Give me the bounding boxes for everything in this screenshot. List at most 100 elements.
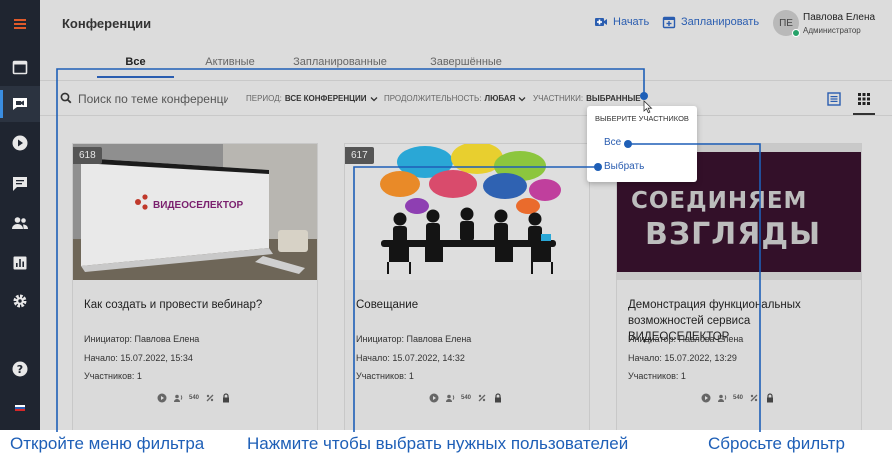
conference-participants: Участников: 1 (628, 371, 686, 381)
lock-icon (767, 393, 774, 403)
header: Конференции Начать Запланировать ПЕ Павл… (40, 0, 892, 48)
users-icon (12, 217, 28, 229)
gear-icon (13, 294, 27, 308)
participants-filter[interactable]: УЧАСТНИКИ: ВЫБРАННЫЕ (533, 94, 641, 103)
start-button[interactable]: Начать (594, 15, 649, 29)
sidebar-item-calendar[interactable] (0, 49, 40, 85)
brand-logo-text: ВИДЕОСЕЛЕКТОР (153, 200, 244, 211)
conference-participants: Участников: 1 (356, 371, 414, 381)
conference-features: 540 (157, 393, 231, 403)
play-circle-icon (12, 135, 28, 151)
meeting-silhouettes-image (345, 144, 589, 280)
tab-scheduled[interactable]: Запланированные (280, 56, 400, 68)
search-icon (60, 92, 72, 104)
tab-finished[interactable]: Завершённые (410, 56, 522, 68)
speaker-icon (174, 394, 183, 402)
svg-text:?: ? (17, 363, 23, 376)
flag-ru-icon (15, 405, 25, 411)
video-camera-icon (595, 18, 607, 26)
sidebar-item-recordings[interactable] (0, 125, 40, 161)
play-icon (429, 393, 439, 403)
sidebar-item-contacts[interactable] (0, 205, 40, 241)
conference-thumbnail (345, 144, 589, 280)
callout-open-filter: Откройте меню фильтра (10, 434, 205, 453)
desk-monitor-image: ВИДЕОСЕЛЕКТОР (73, 144, 317, 280)
language-button[interactable] (0, 390, 40, 426)
hamburger-icon (14, 19, 26, 29)
banner-line-1: СОЕДИНЯЕМ (631, 188, 807, 214)
participants-dropdown: ВЫБЕРИТЕ УЧАСТНИКОВ Все Выбрать (587, 106, 697, 182)
user-role: Администратор (803, 26, 861, 35)
page-title: Конференции (62, 16, 152, 31)
sidebar-item-statistics[interactable] (0, 245, 40, 281)
conference-initiator: Инициатор: Павлова Елена (628, 334, 744, 344)
chevron-down-icon (370, 96, 377, 101)
message-icon (13, 177, 27, 191)
sidebar-item-help[interactable]: ? (0, 351, 40, 387)
dropdown-item-select[interactable]: Выбрать (604, 161, 644, 172)
schedule-button-label: Запланировать (681, 16, 760, 28)
conference-id: 617 (345, 147, 374, 164)
active-view-indicator (853, 113, 875, 115)
period-filter-value: ВСЕ КОНФЕРЕНЦИИ (284, 94, 367, 103)
chevron-down-icon (518, 96, 526, 101)
play-icon (157, 393, 167, 403)
conference-card[interactable]: 617 Совещание Инициатор: Павлова Елена Н… (344, 143, 590, 430)
start-button-label: Начать (613, 16, 650, 28)
resolution-badge: 540 (733, 395, 744, 401)
conference-start: Начало: 15.07.2022, 14:32 (356, 353, 465, 363)
bar-chart-icon (13, 256, 27, 270)
conference-initiator: Инициатор: Павлова Елена (84, 334, 200, 344)
resolution-badge: 540 (189, 395, 200, 401)
list-view-icon[interactable] (827, 92, 841, 106)
resolution-badge: 540 (461, 395, 472, 401)
calendar-icon (12, 60, 28, 75)
conference-chat-icon (13, 98, 27, 110)
online-status-dot (792, 29, 800, 37)
app-window: ? Конференции Начать Запланировать ПЕ Па… (0, 0, 892, 430)
conference-features: 540 (701, 393, 775, 403)
no-signal-icon (478, 394, 486, 402)
sidebar-item-settings[interactable] (0, 283, 40, 319)
conference-features: 540 (429, 393, 503, 403)
conference-tabs: Все Активные Запланированные Завершённые (40, 52, 892, 78)
conference-title[interactable]: Как создать и провести вебинар? (84, 297, 309, 313)
conference-title[interactable]: Совещание (356, 297, 581, 313)
conference-card[interactable]: ВИДЕОСЕЛЕКТОР 618 Как создать и провести… (72, 143, 318, 430)
participants-filter-value: ВЫБРАННЫЕ (586, 94, 641, 103)
conference-id: 618 (73, 147, 102, 164)
conference-initiator: Инициатор: Павлова Елена (356, 334, 472, 344)
duration-filter-value: ЛЮБАЯ (484, 94, 516, 103)
user-name[interactable]: Павлова Елена (803, 12, 875, 23)
active-tab-indicator (97, 76, 174, 78)
lock-icon (223, 393, 230, 403)
tab-all[interactable]: Все (97, 56, 174, 68)
filter-bar: ПЕРИОД: ВСЕ КОНФЕРЕНЦИИ ПРОДОЛЖИТЕЛЬНОСТ… (40, 80, 892, 116)
conference-card[interactable]: СОЕДИНЯЕМ ВЗГЛЯДЫ Демонстрация функциона… (616, 143, 862, 430)
sidebar-item-messages[interactable] (0, 166, 40, 202)
schedule-button[interactable]: Запланировать (662, 15, 759, 29)
grid-view-icon[interactable] (857, 92, 871, 106)
search-input[interactable] (78, 89, 228, 109)
mouse-cursor-icon (643, 100, 653, 114)
lock-icon (495, 393, 502, 403)
speaker-icon (446, 394, 455, 402)
menu-button[interactable] (0, 6, 40, 42)
duration-filter[interactable]: ПРОДОЛЖИТЕЛЬНОСТЬ: ЛЮБАЯ (384, 94, 526, 103)
no-signal-icon (206, 394, 214, 402)
play-icon (701, 393, 711, 403)
participants-filter-label: УЧАСТНИКИ: (533, 94, 584, 103)
callout-reset-filter: Сбросьте фильтр (708, 434, 845, 453)
help-icon: ? (12, 361, 28, 377)
speaker-icon (718, 394, 727, 402)
dropdown-item-all[interactable]: Все (604, 137, 621, 148)
period-filter-label: ПЕРИОД: (246, 94, 282, 103)
banner-line-2: ВЗГЛЯДЫ (645, 217, 821, 252)
sidebar-item-conferences[interactable] (0, 86, 40, 122)
callout-select-users: Нажмите чтобы выбрать нужных пользовател… (247, 434, 629, 453)
no-signal-icon (750, 394, 758, 402)
tab-active[interactable]: Активные (190, 56, 270, 68)
conference-start: Начало: 15.07.2022, 13:29 (628, 353, 737, 363)
period-filter[interactable]: ПЕРИОД: ВСЕ КОНФЕРЕНЦИИ (246, 94, 378, 103)
conference-participants: Участников: 1 (84, 371, 142, 381)
